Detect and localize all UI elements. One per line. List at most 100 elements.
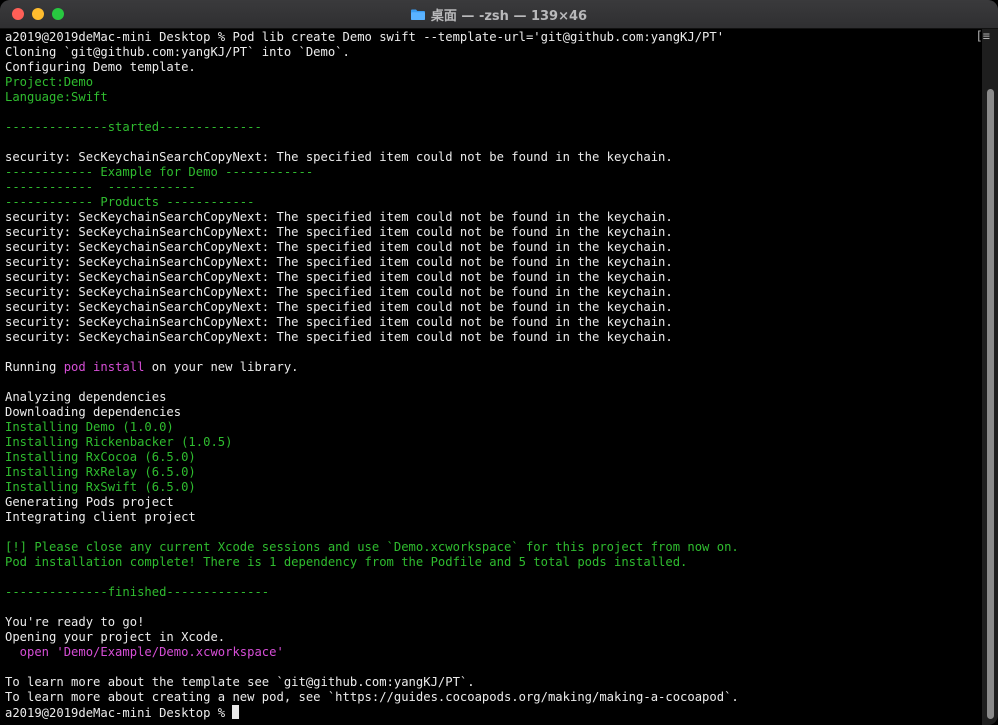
terminal-line: Generating Pods project (5, 495, 980, 510)
terminal-text: security: SecKeychainSearchCopyNext: The… (5, 300, 673, 314)
terminal-line: ------------ ------------ (5, 180, 980, 195)
terminal-text: Installing RxSwift (6.5.0) (5, 480, 196, 494)
terminal-line: Configuring Demo template. (5, 60, 980, 75)
terminal-line: Cloning `git@github.com:yangKJ/PT` into … (5, 45, 980, 60)
terminal-text: Pod installation complete! There is 1 de… (5, 555, 688, 569)
terminal-text: security: SecKeychainSearchCopyNext: The… (5, 330, 673, 344)
terminal-line: --------------finished-------------- (5, 585, 980, 600)
terminal-line: Installing RxRelay (6.5.0) (5, 465, 980, 480)
terminal-text: Integrating client project (5, 510, 196, 524)
terminal-line: You're ready to go! (5, 615, 980, 630)
terminal-line: Installing RxCocoa (6.5.0) (5, 450, 980, 465)
terminal-text: --------------started-------------- (5, 120, 262, 134)
terminal-line: security: SecKeychainSearchCopyNext: The… (5, 315, 980, 330)
terminal-line: Downloading dependencies (5, 405, 980, 420)
terminal-line: security: SecKeychainSearchCopyNext: The… (5, 150, 980, 165)
terminal-text: Cloning `git@github.com:yangKJ/PT` into … (5, 45, 350, 59)
terminal-line: a2019@2019deMac-mini Desktop % Pod lib c… (5, 30, 980, 45)
folder-icon (410, 9, 425, 20)
terminal-text: a2019@2019deMac-mini Desktop % (5, 706, 233, 720)
window-title: 桌面 — -zsh — 139×46 (430, 8, 588, 24)
terminal-line: [!] Please close any current Xcode sessi… (5, 540, 980, 555)
terminal-line: security: SecKeychainSearchCopyNext: The… (5, 255, 980, 270)
terminal-text: Installing Rickenbacker (1.0.5) (5, 435, 233, 449)
terminal-line: Installing Demo (1.0.0) (5, 420, 980, 435)
terminal-line: ------------ Example for Demo ----------… (5, 165, 980, 180)
terminal-text: security: SecKeychainSearchCopyNext: The… (5, 255, 673, 269)
terminal-text: a2019@2019deMac-mini Desktop % Pod lib c… (5, 30, 725, 44)
terminal-line: security: SecKeychainSearchCopyNext: The… (5, 285, 980, 300)
terminal-text: You're ready to go! (5, 615, 145, 629)
terminal-text: Installing RxRelay (6.5.0) (5, 465, 196, 479)
title-group: 桌面 — -zsh — 139×46 (0, 0, 998, 28)
terminal-content[interactable]: a2019@2019deMac-mini Desktop % Pod lib c… (0, 29, 998, 725)
terminal-text: security: SecKeychainSearchCopyNext: The… (5, 270, 673, 284)
terminal-text: security: SecKeychainSearchCopyNext: The… (5, 315, 673, 329)
terminal-line: open 'Demo/Example/Demo.xcworkspace' (5, 645, 980, 660)
terminal-text: security: SecKeychainSearchCopyNext: The… (5, 150, 673, 164)
terminal-line: Running pod install on your new library. (5, 360, 980, 375)
terminal-line: security: SecKeychainSearchCopyNext: The… (5, 330, 980, 345)
terminal-line: security: SecKeychainSearchCopyNext: The… (5, 270, 980, 285)
scrollbar-thumb[interactable] (987, 89, 994, 719)
scroll-marker: [≡ (975, 29, 990, 43)
scrollbar-track[interactable] (982, 29, 998, 725)
terminal-text: pod install (63, 360, 145, 374)
terminal-text: security: SecKeychainSearchCopyNext: The… (5, 285, 673, 299)
terminal-text: Analyzing dependencies (5, 390, 167, 404)
terminal-text: Running (5, 360, 64, 374)
terminal-line: Project:Demo (5, 75, 980, 90)
terminal-text: --------------finished-------------- (5, 585, 270, 599)
terminal-text: ------------ Products ------------ (5, 195, 255, 209)
close-button[interactable] (12, 8, 24, 20)
minimize-button[interactable] (32, 8, 44, 20)
terminal-text: To learn more about the template see `gi… (5, 675, 475, 689)
terminal-text: Configuring Demo template. (5, 60, 196, 74)
terminal-text: ------------ Example for Demo ----------… (5, 165, 314, 179)
terminal-text: Downloading dependencies (5, 405, 182, 419)
terminal-line: a2019@2019deMac-mini Desktop % (5, 705, 980, 720)
terminal-line: To learn more about the template see `gi… (5, 675, 980, 690)
terminal-line: Analyzing dependencies (5, 390, 980, 405)
terminal-line: security: SecKeychainSearchCopyNext: The… (5, 300, 980, 315)
terminal-text: ------------ ------------ (5, 180, 196, 194)
terminal-line: security: SecKeychainSearchCopyNext: The… (5, 210, 980, 225)
terminal-text: Language:Swift (5, 90, 108, 104)
terminal-text: security: SecKeychainSearchCopyNext: The… (5, 210, 673, 224)
text-cursor (232, 705, 240, 719)
terminal-line: Pod installation complete! There is 1 de… (5, 555, 980, 570)
terminal-text: on your new library. (144, 360, 299, 374)
terminal-text: security: SecKeychainSearchCopyNext: The… (5, 225, 673, 239)
terminal-line: Language:Swift (5, 90, 980, 105)
terminal-text: open 'Demo/Example/Demo.xcworkspace' (5, 645, 284, 659)
terminal-line: Installing RxSwift (6.5.0) (5, 480, 980, 495)
terminal-line: ------------ Products ------------ (5, 195, 980, 210)
terminal-line: Opening your project in Xcode. (5, 630, 980, 645)
terminal-window: 桌面 — -zsh — 139×46 a2019@2019deMac-mini … (0, 0, 998, 725)
terminal-text: Project:Demo (5, 75, 94, 89)
terminal-text: To learn more about creating a new pod, … (5, 690, 739, 704)
terminal-text: Opening your project in Xcode. (5, 630, 226, 644)
terminal-text: [!] Please close any current Xcode sessi… (5, 540, 739, 554)
terminal-line: Integrating client project (5, 510, 980, 525)
terminal-text: Installing RxCocoa (6.5.0) (5, 450, 196, 464)
terminal-line: --------------started-------------- (5, 120, 980, 135)
maximize-button[interactable] (52, 8, 64, 20)
terminal-text: Generating Pods project (5, 495, 174, 509)
terminal-line: Installing Rickenbacker (1.0.5) (5, 435, 980, 450)
terminal-text: security: SecKeychainSearchCopyNext: The… (5, 240, 673, 254)
terminal-line: security: SecKeychainSearchCopyNext: The… (5, 240, 980, 255)
terminal-text: Installing Demo (1.0.0) (5, 420, 174, 434)
title-bar[interactable]: 桌面 — -zsh — 139×46 (0, 0, 998, 29)
terminal-line: security: SecKeychainSearchCopyNext: The… (5, 225, 980, 240)
terminal-line: To learn more about creating a new pod, … (5, 690, 980, 705)
terminal-output[interactable]: a2019@2019deMac-mini Desktop % Pod lib c… (5, 30, 980, 720)
